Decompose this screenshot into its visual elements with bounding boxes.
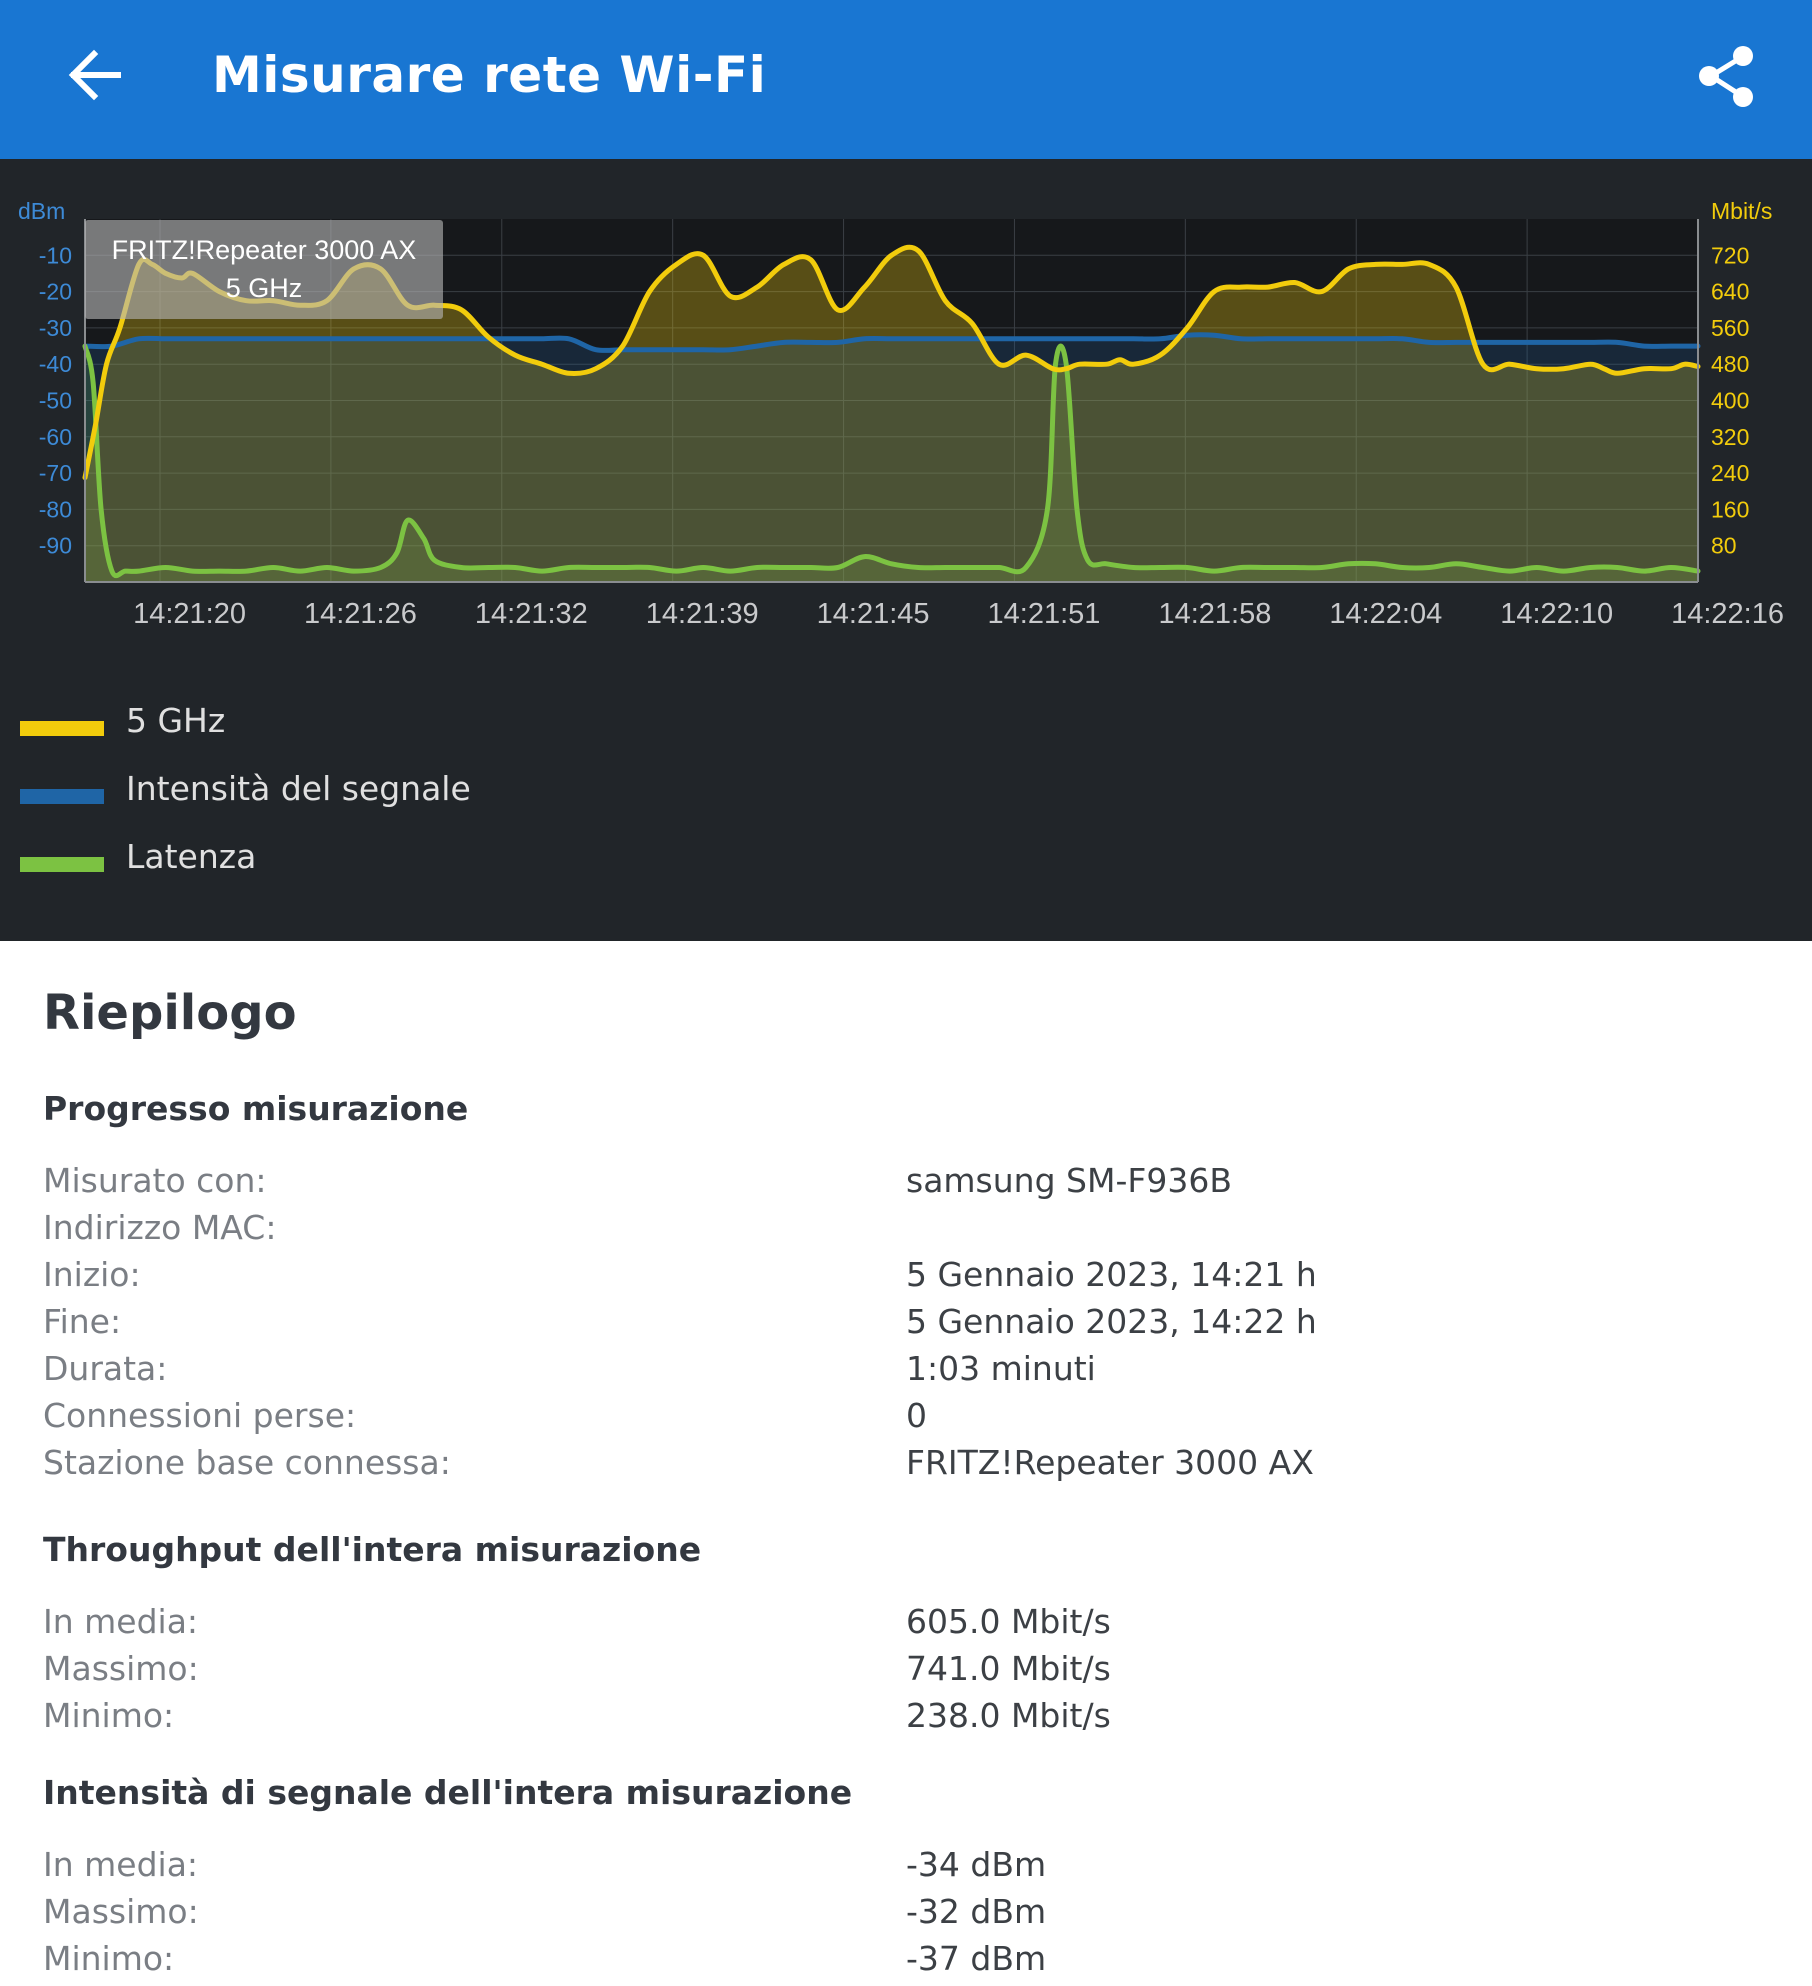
x-tick-label: 14:21:39 [646, 598, 759, 630]
right-axis-unit: Mbit/s [1711, 198, 1772, 224]
tooltip-title: FRITZ!Repeater 3000 AX [112, 235, 417, 265]
row-label: In media: [43, 1602, 199, 1641]
row-label: Massimo: [43, 1892, 199, 1931]
row-value: -34 dBm [906, 1845, 1047, 1884]
info-row: Inizio: 5 Gennaio 2023, 14:21 h [0, 1255, 1812, 1302]
y-left-tick-label: -40 [39, 351, 72, 377]
y-right-tick-label: 240 [1711, 460, 1749, 486]
y-left-tick-label: -10 [39, 242, 72, 268]
row-label: Minimo: [43, 1939, 175, 1978]
section-title-progress: Progresso misurazione [43, 1089, 469, 1128]
y-left-tick-label: -30 [39, 315, 72, 341]
legend-swatch [20, 857, 104, 872]
row-value: 0 [906, 1396, 927, 1435]
info-row: Minimo: 238.0 Mbit/s [0, 1696, 1812, 1743]
info-row: Fine: 5 Gennaio 2023, 14:22 h [0, 1302, 1812, 1349]
row-value: samsung SM-F936B [906, 1161, 1232, 1200]
arrow-back-icon [68, 49, 121, 101]
row-value: 1:03 minuti [906, 1349, 1096, 1388]
left-axis-unit: dBm [18, 198, 65, 224]
info-row: Misurato con: samsung SM-F936B [0, 1161, 1812, 1208]
legend-swatch [20, 789, 104, 804]
row-label: Durata: [43, 1349, 168, 1388]
chart-panel: -10 720 -20 640 -30 560 -40 480 -50 400 -60 320 -70 2… [0, 159, 1812, 941]
y-right-tick-label: 400 [1711, 388, 1749, 414]
y-right-tick-label: 560 [1711, 315, 1749, 341]
x-tick-label: 14:21:51 [988, 598, 1101, 630]
summary-title: Riepilogo [43, 985, 297, 1041]
info-row: Massimo: -32 dBm [0, 1892, 1812, 1939]
row-value: 5 Gennaio 2023, 14:21 h [906, 1255, 1317, 1294]
info-row: Massimo: 741.0 Mbit/s [0, 1649, 1812, 1696]
legend-label: Latenza [126, 837, 257, 876]
row-value: 5 Gennaio 2023, 14:22 h [906, 1302, 1317, 1341]
row-label: Inizio: [43, 1255, 141, 1294]
x-tick-label: 14:21:20 [133, 598, 246, 630]
share-icon [1699, 46, 1753, 107]
row-value: 605.0 Mbit/s [906, 1602, 1111, 1641]
row-label: Massimo: [43, 1649, 199, 1688]
row-label: Indirizzo MAC: [43, 1208, 277, 1247]
legend-label: Intensità del segnale [126, 769, 471, 808]
info-row: In media: 605.0 Mbit/s [0, 1602, 1812, 1649]
info-row: Stazione base connessa: FRITZ!Repeater 3… [0, 1443, 1812, 1490]
row-label: Misurato con: [43, 1161, 267, 1200]
y-left-tick-label: -60 [39, 424, 72, 450]
series-area [85, 334, 1698, 582]
x-tick-label: 14:22:04 [1329, 598, 1442, 630]
row-label: Stazione base connessa: [43, 1443, 451, 1482]
x-tick-label: 14:21:45 [817, 598, 930, 630]
summary-panel: Riepilogo Progresso misurazione Misurato… [0, 941, 1812, 1978]
info-row: Indirizzo MAC: [0, 1208, 1812, 1255]
info-row: Minimo: -37 dBm [0, 1939, 1812, 1986]
x-tick-label: 14:21:58 [1158, 598, 1271, 630]
y-right-tick-label: 480 [1711, 351, 1749, 377]
row-label: In media: [43, 1845, 199, 1884]
y-right-tick-label: 640 [1711, 279, 1749, 305]
y-right-tick-label: 320 [1711, 424, 1749, 450]
y-left-tick-label: -90 [39, 533, 72, 559]
y-left-tick-label: -70 [39, 460, 72, 486]
info-row: Durata: 1:03 minuti [0, 1349, 1812, 1396]
x-tick-label: 14:21:26 [304, 598, 417, 630]
legend-label: 5 GHz [126, 701, 226, 740]
tooltip-subtitle: 5 GHz [226, 273, 303, 303]
back-button[interactable] [58, 38, 132, 112]
section-title-throughput: Throughput dell'intera misurazione [43, 1530, 702, 1569]
row-value: FRITZ!Repeater 3000 AX [906, 1443, 1314, 1482]
y-right-tick-label: 720 [1711, 242, 1749, 268]
y-left-tick-label: -80 [39, 496, 72, 522]
chart-tooltip: FRITZ!Repeater 3000 AX 5 GHz [85, 220, 443, 319]
y-right-tick-label: 80 [1711, 533, 1737, 559]
x-tick-label: 14:22:10 [1500, 598, 1613, 630]
legend-swatch [20, 721, 104, 736]
row-value: 741.0 Mbit/s [906, 1649, 1111, 1688]
y-right-tick-label: 160 [1711, 496, 1749, 522]
y-left-tick-label: -50 [39, 388, 72, 414]
x-tick-label: 14:22:16 [1671, 598, 1784, 630]
section-title-signal: Intensità di segnale dell'intera misuraz… [43, 1773, 853, 1812]
row-label: Fine: [43, 1302, 122, 1341]
x-tick-label: 14:21:32 [475, 598, 588, 630]
share-button[interactable] [1690, 40, 1764, 114]
row-label: Minimo: [43, 1696, 175, 1735]
row-value: -37 dBm [906, 1939, 1047, 1978]
wifi-chart[interactable]: -10 720 -20 640 -30 560 -40 480 -50 400 -60 320 -70 2… [0, 159, 1812, 699]
info-row: Connessioni perse: 0 [0, 1396, 1812, 1443]
app-bar: Misurare rete Wi-Fi [0, 0, 1812, 159]
row-value: 238.0 Mbit/s [906, 1696, 1111, 1735]
row-value: -32 dBm [906, 1892, 1047, 1931]
row-label: Connessioni perse: [43, 1396, 357, 1435]
y-left-tick-label: -20 [39, 279, 72, 305]
page-title: Misurare rete Wi-Fi [212, 46, 767, 104]
info-row: In media: -34 dBm [0, 1845, 1812, 1892]
